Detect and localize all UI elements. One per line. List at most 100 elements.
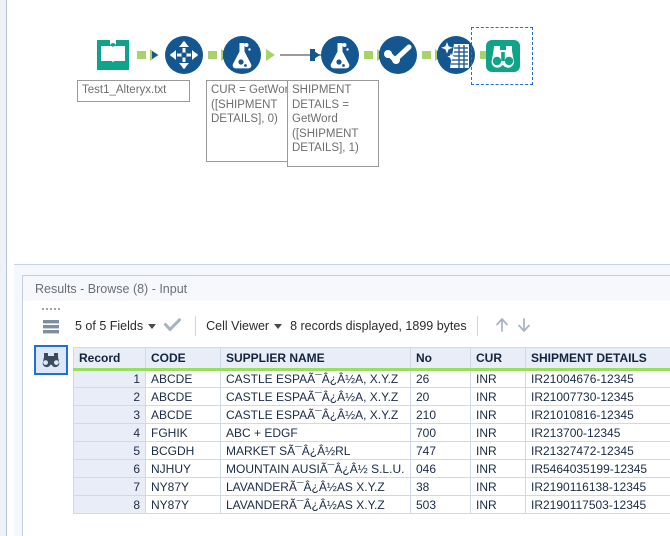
browse-binoculars-icon bbox=[42, 353, 60, 368]
formula-flask-icon bbox=[223, 36, 261, 74]
table-row[interactable]: 4 FGHIK ABC + EDGF 700 INR IR213700-1234… bbox=[73, 423, 670, 442]
cell-no[interactable]: 38 bbox=[410, 477, 471, 496]
record-count-label: 8 records displayed, 1899 bytes bbox=[290, 319, 467, 333]
formula-flask-icon bbox=[321, 36, 359, 74]
checkmark-icon[interactable] bbox=[164, 317, 182, 335]
workflow-node-select[interactable] bbox=[162, 33, 206, 77]
column-header-shipment-details[interactable]: SHIPMENT DETAILS bbox=[525, 347, 670, 371]
cell-code[interactable]: ABCDE bbox=[145, 387, 221, 406]
results-icon-rail bbox=[32, 303, 70, 375]
select-move-arrows-icon bbox=[165, 36, 203, 74]
cell-no[interactable]: 503 bbox=[410, 495, 471, 514]
cell-supplier-name[interactable]: CASTLE ESPAÃ¯Â¿Â½A, X.Y.Z bbox=[220, 387, 411, 406]
workflow-node-formula-1[interactable] bbox=[220, 33, 264, 77]
cell-cur[interactable]: INR bbox=[470, 423, 526, 442]
cell-code[interactable]: NJHUY bbox=[145, 459, 221, 478]
fields-selector[interactable]: 5 of 5 Fields bbox=[75, 319, 164, 333]
cell-supplier-name[interactable]: ABC + EDGF bbox=[220, 423, 411, 442]
results-body: 5 of 5 Fields Cell Viewer 8 records disp… bbox=[22, 301, 670, 536]
workflow-node-input-data[interactable] bbox=[91, 33, 135, 77]
cell-shipment-details[interactable]: IR21327472-12345 bbox=[525, 441, 670, 460]
view-mode-selector[interactable]: Cell Viewer bbox=[206, 319, 290, 333]
cell-record[interactable]: 5 bbox=[73, 441, 146, 460]
cell-cur[interactable]: INR bbox=[470, 459, 526, 478]
rail-button-table[interactable] bbox=[34, 313, 68, 343]
cell-code[interactable]: BCGDH bbox=[145, 441, 221, 460]
table-row[interactable]: 1 ABCDE CASTLE ESPAÃ¯Â¿Â½A, X.Y.Z 26 INR… bbox=[73, 369, 670, 388]
drag-handle-icon[interactable] bbox=[38, 305, 64, 313]
cell-cur[interactable]: INR bbox=[470, 369, 526, 388]
workflow-canvas[interactable]: Test1_Alteryx.txt CUR = GetWord ([SHIPME… bbox=[14, 0, 670, 265]
toolbar-divider-2 bbox=[476, 316, 478, 336]
cell-code[interactable]: FGHIK bbox=[145, 423, 221, 442]
workflow-connector-1[interactable] bbox=[137, 48, 163, 62]
results-data-grid[interactable]: Record CODE SUPPLIER NAME No CUR SHIPMEN… bbox=[73, 347, 670, 514]
cell-no[interactable]: 747 bbox=[410, 441, 471, 460]
input-data-book-icon bbox=[97, 40, 129, 70]
cell-cur[interactable]: INR bbox=[470, 405, 526, 424]
cell-cur[interactable]: INR bbox=[470, 477, 526, 496]
column-header-record[interactable]: Record bbox=[73, 347, 146, 371]
cell-shipment-details[interactable]: IR213700-12345 bbox=[525, 423, 670, 442]
cell-shipment-details[interactable]: IR21004676-12345 bbox=[525, 369, 670, 388]
column-header-supplier-name[interactable]: SUPPLIER NAME bbox=[220, 347, 411, 371]
table-row[interactable]: 2 ABCDE CASTLE ESPAÃ¯Â¿Â½A, X.Y.Z 20 INR… bbox=[73, 387, 670, 406]
table-row[interactable]: 6 NJHUY MOUNTAIN AUSIÃ¯Â¿Â½ S.L.U. 046 I… bbox=[73, 459, 670, 478]
left-dock-strip bbox=[0, 0, 7, 536]
workflow-connector-3-out[interactable] bbox=[266, 48, 280, 62]
grid-body: 1 ABCDE CASTLE ESPAÃ¯Â¿Â½A, X.Y.Z 26 INR… bbox=[73, 369, 670, 514]
workflow-node-formula-2[interactable] bbox=[318, 33, 362, 77]
chevron-down-icon[interactable] bbox=[274, 323, 283, 329]
arrow-up-icon[interactable] bbox=[494, 316, 510, 337]
cell-code[interactable]: ABCDE bbox=[145, 369, 221, 388]
grid-header-row: Record CODE SUPPLIER NAME No CUR SHIPMEN… bbox=[73, 347, 670, 371]
cell-code[interactable]: NY87Y bbox=[145, 477, 221, 496]
cell-supplier-name[interactable]: MOUNTAIN AUSIÃ¯Â¿Â½ S.L.U. bbox=[220, 459, 411, 478]
results-titlebar[interactable]: Results - Browse (8) - Input bbox=[22, 275, 670, 301]
results-panel: Results - Browse (8) - Input 5 of 5 Fiel… bbox=[14, 265, 670, 536]
cell-record[interactable]: 6 bbox=[73, 459, 146, 478]
arrow-down-icon[interactable] bbox=[516, 316, 532, 337]
results-title-text: Results - Browse (8) - Input bbox=[35, 282, 188, 296]
table-row[interactable]: 8 NY87Y LAVANDERÃ¯Â¿Â½AS X.Y.Z 503 INR I… bbox=[73, 495, 670, 514]
column-header-no[interactable]: No bbox=[410, 347, 471, 371]
table-row[interactable]: 7 NY87Y LAVANDERÃ¯Â¿Â½AS X.Y.Z 38 INR IR… bbox=[73, 477, 670, 496]
cell-shipment-details[interactable]: IR2190116138-12345 bbox=[525, 477, 670, 496]
alteryx-designer-window: Test1_Alteryx.txt CUR = GetWord ([SHIPME… bbox=[0, 0, 670, 536]
cell-record[interactable]: 7 bbox=[73, 477, 146, 496]
cell-shipment-details[interactable]: IR21010816-12345 bbox=[525, 405, 670, 424]
table-row[interactable]: 5 BCGDH MARKET SÃ¯Â¿Â½RL 747 INR IR21327… bbox=[73, 441, 670, 460]
cell-record[interactable]: 2 bbox=[73, 387, 146, 406]
annotation-input-data: Test1_Alteryx.txt bbox=[77, 80, 190, 102]
cell-supplier-name[interactable]: LAVANDERÃ¯Â¿Â½AS X.Y.Z bbox=[220, 477, 411, 496]
cell-cur[interactable]: INR bbox=[470, 387, 526, 406]
column-header-cur[interactable]: CUR bbox=[470, 347, 526, 371]
cell-record[interactable]: 8 bbox=[73, 495, 146, 514]
cell-shipment-details[interactable]: IR2190117503-12345 bbox=[525, 495, 670, 514]
cell-no[interactable]: 046 bbox=[410, 459, 471, 478]
cell-supplier-name[interactable]: LAVANDERÃ¯Â¿Â½AS X.Y.Z bbox=[220, 495, 411, 514]
chevron-down-icon[interactable] bbox=[148, 323, 157, 329]
cell-supplier-name[interactable]: MARKET SÃ¯Â¿Â½RL bbox=[220, 441, 411, 460]
cell-no[interactable]: 210 bbox=[410, 405, 471, 424]
cell-no[interactable]: 20 bbox=[410, 387, 471, 406]
cell-code[interactable]: NY87Y bbox=[145, 495, 221, 514]
cell-cur[interactable]: INR bbox=[470, 441, 526, 460]
workflow-node-data-check[interactable] bbox=[376, 33, 420, 77]
workflow-node-browse[interactable] bbox=[481, 34, 525, 78]
cell-record[interactable]: 3 bbox=[73, 405, 146, 424]
cell-no[interactable]: 26 bbox=[410, 369, 471, 388]
browse-binoculars-icon bbox=[486, 40, 520, 72]
cell-shipment-details[interactable]: IR5464035199-12345 bbox=[525, 459, 670, 478]
cell-record[interactable]: 4 bbox=[73, 423, 146, 442]
table-row[interactable]: 3 ABCDE CASTLE ESPAÃ¯Â¿Â½A, X.Y.Z 210 IN… bbox=[73, 405, 670, 424]
cell-shipment-details[interactable]: IR21007730-12345 bbox=[525, 387, 670, 406]
cell-no[interactable]: 700 bbox=[410, 423, 471, 442]
rail-button-browse[interactable] bbox=[34, 345, 68, 375]
cell-code[interactable]: ABCDE bbox=[145, 405, 221, 424]
cell-record[interactable]: 1 bbox=[73, 369, 146, 388]
cell-cur[interactable]: INR bbox=[470, 495, 526, 514]
cell-supplier-name[interactable]: CASTLE ESPAÃ¯Â¿Â½A, X.Y.Z bbox=[220, 405, 411, 424]
cell-supplier-name[interactable]: CASTLE ESPAÃ¯Â¿Â½A, X.Y.Z bbox=[220, 369, 411, 388]
column-header-code[interactable]: CODE bbox=[145, 347, 221, 371]
